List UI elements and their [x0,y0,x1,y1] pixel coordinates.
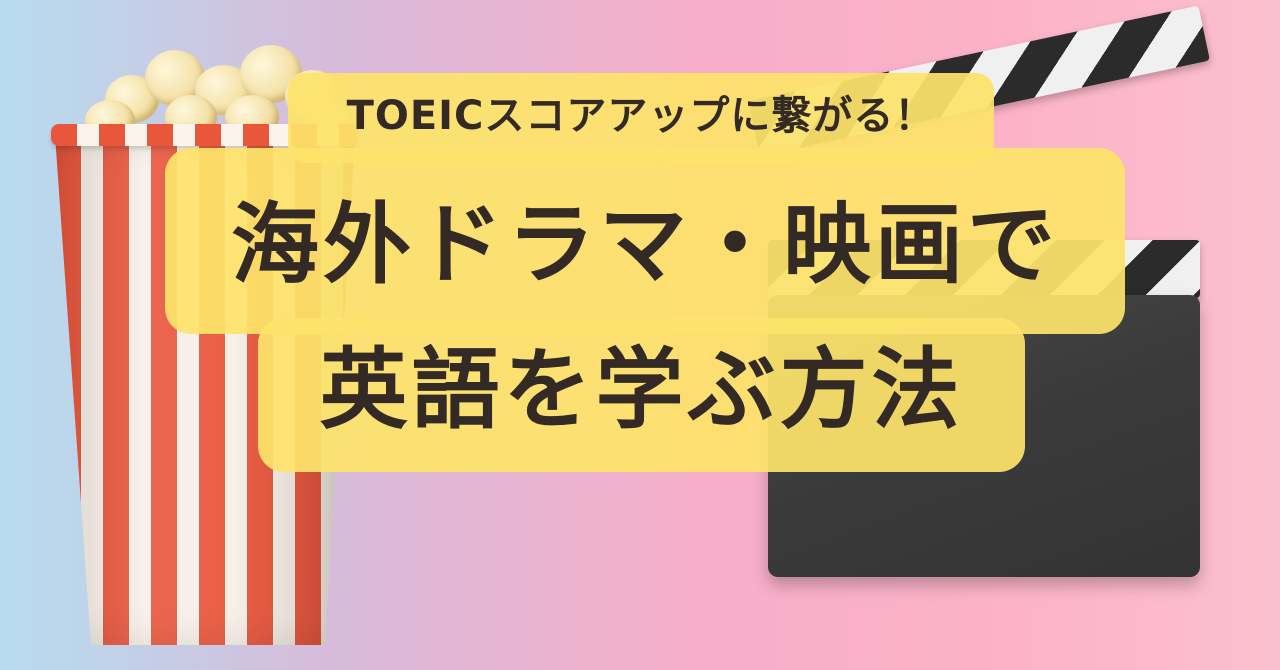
banner-title-line1: 海外ドラマ・映画で [230,193,1059,296]
banner-subtitle: TOEICスコアアップに繋がる！ [346,93,936,139]
banner-title-line2: 英語を学ぶ方法 [319,338,964,441]
